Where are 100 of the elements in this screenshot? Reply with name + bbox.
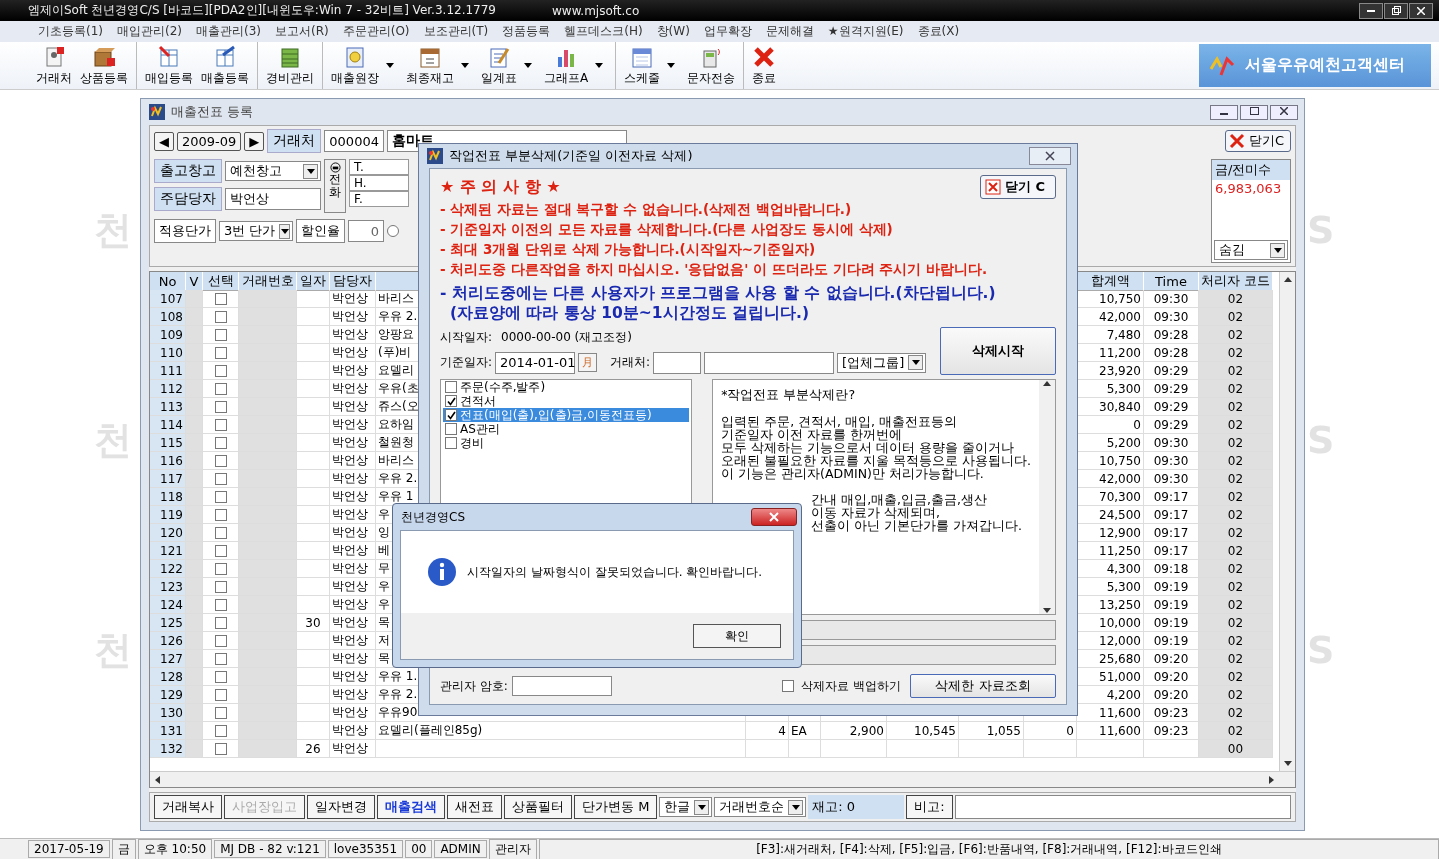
checkbox[interactable] xyxy=(445,409,457,421)
warehouse-dropdown[interactable]: 예천창고 xyxy=(225,161,321,181)
sort-dropdown[interactable]: 거래번호순 xyxy=(714,797,807,817)
scroll-arrow-icon[interactable] xyxy=(1043,606,1051,614)
next-month-button[interactable]: ▶ xyxy=(244,131,265,151)
close-button[interactable]: 닫기 C xyxy=(979,175,1056,199)
view-deleted-button[interactable]: 삭제한 자료조회 xyxy=(910,674,1056,698)
checkbox[interactable] xyxy=(214,454,227,467)
client-name-field[interactable] xyxy=(704,351,835,374)
checkbox[interactable] xyxy=(214,562,227,575)
checkbox[interactable] xyxy=(214,508,227,521)
start-delete-button[interactable]: 삭제시작 xyxy=(940,327,1056,375)
toolbar-button[interactable]: 비고: xyxy=(906,795,953,819)
checkbox[interactable] xyxy=(214,544,227,557)
password-field[interactable] xyxy=(511,676,612,696)
phone-button[interactable]: 전화 xyxy=(324,159,346,213)
maximize-button[interactable] xyxy=(1240,104,1268,120)
checkbox[interactable] xyxy=(214,292,227,305)
menu-item[interactable]: 매입관리(2) xyxy=(111,23,188,40)
checkbox[interactable] xyxy=(781,680,794,692)
checkbox[interactable] xyxy=(214,364,227,377)
toolbar-button[interactable]: 거래처 xyxy=(32,42,76,89)
toolbar-button[interactable]: 매출검색 xyxy=(377,795,445,819)
toolbar-button[interactable]: 매입등록 xyxy=(136,42,197,89)
checkbox[interactable] xyxy=(214,346,227,359)
checkbox[interactable] xyxy=(214,634,227,647)
minimize-button[interactable] xyxy=(1210,104,1238,120)
radio-button[interactable] xyxy=(387,225,399,237)
close-button[interactable] xyxy=(751,508,797,526)
price-level-dropdown[interactable]: 3번 단가 xyxy=(219,221,293,241)
close-button[interactable] xyxy=(1409,2,1433,19)
discount-field[interactable]: 0 xyxy=(348,220,384,242)
checkbox[interactable] xyxy=(214,418,227,431)
checkbox[interactable] xyxy=(214,310,227,323)
menu-item[interactable]: ★원격지원(E) xyxy=(821,23,910,40)
month-field[interactable]: 2009-09 xyxy=(177,131,242,151)
visibility-dropdown[interactable]: 숨김 xyxy=(1214,240,1288,260)
close-button[interactable] xyxy=(1029,147,1071,165)
menu-item[interactable]: 업무확장 xyxy=(697,23,758,40)
toolbar-button[interactable]: 거래복사 xyxy=(154,795,222,819)
checkbox[interactable] xyxy=(445,437,457,449)
contact-field[interactable]: T. xyxy=(349,159,409,175)
toolbar-button[interactable]: 종료 xyxy=(743,42,781,89)
note-field[interactable] xyxy=(954,795,1291,819)
checkbox[interactable] xyxy=(214,328,227,341)
scrollbar[interactable] xyxy=(1039,380,1055,614)
checkbox[interactable] xyxy=(214,400,227,413)
group-dropdown[interactable]: [업체그룹] xyxy=(837,352,927,373)
checkbox[interactable] xyxy=(214,742,227,755)
checkbox[interactable] xyxy=(214,472,227,485)
toolbar-button[interactable]: 그래프A xyxy=(540,42,612,89)
toolbar-button[interactable]: 매출등록 xyxy=(197,42,253,89)
toolbar-button[interactable]: 문자전송 xyxy=(683,42,740,89)
list-item[interactable]: 주문(수주,발주) xyxy=(443,380,690,394)
client-code-field[interactable]: 000004 xyxy=(324,130,384,152)
toolbar-button[interactable]: 상품필터 xyxy=(504,795,572,819)
toolbar-button[interactable]: 단가변동 M xyxy=(574,795,658,819)
menu-item[interactable]: 창(W) xyxy=(650,23,696,40)
scroll-arrow-icon[interactable] xyxy=(1043,380,1051,388)
checkbox[interactable] xyxy=(214,706,227,719)
list-item[interactable]: AS관리 xyxy=(443,422,690,436)
checkbox[interactable] xyxy=(214,598,227,611)
minimize-button[interactable] xyxy=(1359,2,1383,19)
checkbox[interactable] xyxy=(214,580,227,593)
checkbox[interactable] xyxy=(214,688,227,701)
toolbar-button[interactable]: 일자변경 xyxy=(307,795,375,819)
menu-item[interactable]: 정품등록 xyxy=(496,23,557,40)
menu-item[interactable]: 주문관리(O) xyxy=(336,23,416,40)
ok-button[interactable]: 확인 xyxy=(693,624,781,648)
close-button[interactable] xyxy=(1270,104,1298,120)
scroll-arrow-icon[interactable] xyxy=(154,776,162,784)
close-button[interactable]: 닫기C xyxy=(1224,130,1291,152)
checkbox[interactable] xyxy=(214,652,227,665)
menu-item[interactable]: 기초등록(1) xyxy=(32,23,109,40)
checkbox[interactable] xyxy=(214,616,227,629)
checkbox[interactable] xyxy=(214,724,227,737)
list-item[interactable]: 전표(매입(출),입(출)금,이동전표등) xyxy=(443,408,690,422)
staff-field[interactable]: 박언상 xyxy=(225,188,321,210)
restore-button[interactable] xyxy=(1384,2,1408,19)
menu-item[interactable]: 보조관리(T) xyxy=(417,23,495,40)
previous-month-button[interactable]: ◀ xyxy=(154,131,174,151)
menu-item[interactable]: 보고서(R) xyxy=(269,23,335,40)
date-field[interactable]: 2014-01-01 xyxy=(495,351,576,374)
contact-field[interactable]: H. xyxy=(349,175,409,191)
checkbox[interactable] xyxy=(214,490,227,503)
checkbox[interactable] xyxy=(214,382,227,395)
toolbar-button[interactable]: 새전표 xyxy=(447,795,502,819)
checkbox[interactable] xyxy=(445,395,457,407)
checkbox[interactable] xyxy=(445,423,457,435)
contact-field[interactable]: F. xyxy=(349,191,409,207)
sort-dropdown[interactable]: 한글 xyxy=(659,797,713,817)
scrollbar[interactable] xyxy=(150,771,1295,787)
toolbar-button[interactable]: 상품등록 xyxy=(76,42,132,89)
scroll-arrow-icon[interactable] xyxy=(1284,759,1292,767)
checkbox[interactable] xyxy=(214,526,227,539)
scroll-arrow-icon[interactable] xyxy=(1267,776,1275,784)
toolbar-button[interactable]: 스케줄 xyxy=(615,42,684,89)
checkbox[interactable] xyxy=(214,670,227,683)
checkbox[interactable] xyxy=(445,381,457,393)
toolbar-button[interactable]: 최종재고 xyxy=(402,42,477,89)
